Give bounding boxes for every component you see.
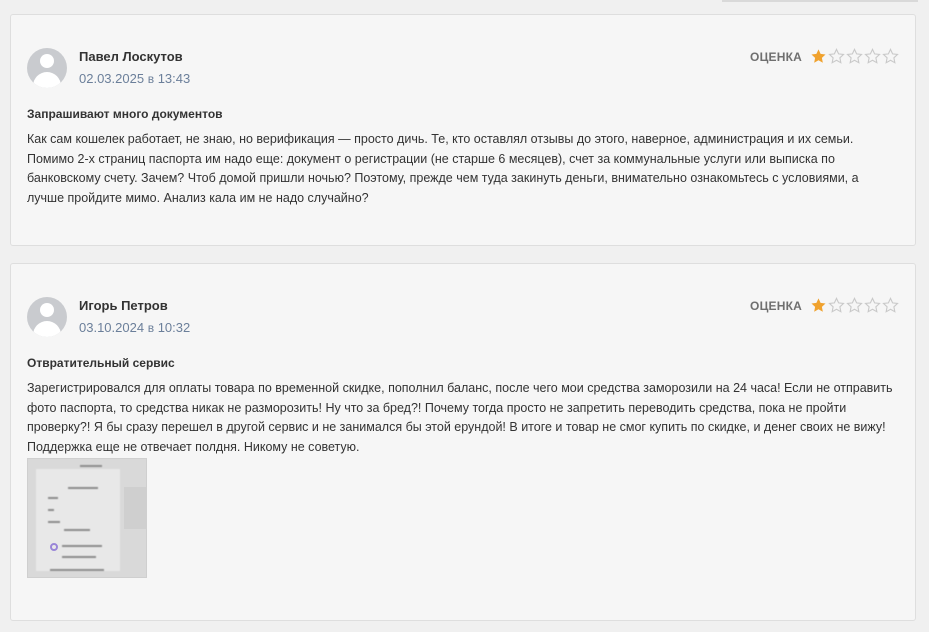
- star-empty-icon: [864, 297, 881, 313]
- avatar: [27, 48, 67, 88]
- star-empty-icon: [846, 48, 863, 64]
- review-card: Игорь Петров 03.10.2024 в 10:32 ОЦЕНКА О…: [10, 263, 916, 621]
- avatar: [27, 297, 67, 337]
- review-date: 02.03.2025: [79, 71, 145, 86]
- star-empty-icon: [882, 297, 899, 313]
- review-date-sep: в: [147, 321, 155, 335]
- rating-stars: [810, 297, 899, 314]
- star-empty-icon: [882, 48, 899, 64]
- attachment-logo-icon: [50, 543, 58, 551]
- review-date-line: 03.10.2024 в 10:32: [79, 320, 190, 335]
- attachment-line: [48, 521, 60, 523]
- review-date-line: 02.03.2025 в 13:43: [79, 71, 190, 86]
- star-empty-icon: [828, 48, 845, 64]
- star-empty-icon: [828, 297, 845, 313]
- review-card: Павел Лоскутов 02.03.2025 в 13:43 ОЦЕНКА…: [10, 14, 916, 246]
- star-empty-icon: [864, 48, 881, 64]
- attachment-line: [48, 497, 58, 499]
- avatar-head: [40, 303, 54, 317]
- attachment-line: [68, 487, 98, 489]
- attachment-line: [80, 465, 102, 467]
- review-date: 03.10.2024: [79, 320, 145, 335]
- review-title: Отвратительный сервис: [27, 356, 175, 370]
- review-attachment-thumbnail[interactable]: [27, 458, 147, 578]
- review-author[interactable]: Павел Лоскутов: [79, 49, 183, 64]
- review-time: 10:32: [157, 320, 191, 335]
- review-author[interactable]: Игорь Петров: [79, 298, 168, 313]
- top-divider: [722, 0, 918, 2]
- rating-label: ОЦЕНКА: [750, 298, 802, 313]
- attachment-line: [50, 569, 104, 571]
- attachment-line: [62, 556, 96, 558]
- review-date-sep: в: [147, 72, 155, 86]
- star-filled-icon: [811, 298, 826, 312]
- rating-stars: [810, 48, 899, 65]
- review-rating: ОЦЕНКА: [750, 297, 899, 314]
- attachment-side-panel: [124, 487, 146, 529]
- review-text: Как сам кошелек работает, не знаю, но ве…: [27, 132, 859, 206]
- attachment-line: [64, 529, 90, 531]
- rating-label: ОЦЕНКА: [750, 49, 802, 64]
- review-title: Запрашивают много документов: [27, 107, 223, 121]
- attachment-line: [62, 545, 102, 547]
- review-time: 13:43: [157, 71, 191, 86]
- star-filled-icon: [811, 49, 826, 63]
- avatar-body: [33, 72, 61, 88]
- avatar-head: [40, 54, 54, 68]
- star-empty-icon: [846, 297, 863, 313]
- review-text: Зарегистрировался для оплаты товара по в…: [27, 381, 893, 455]
- avatar-body: [33, 321, 61, 337]
- attachment-line: [48, 509, 54, 511]
- review-rating: ОЦЕНКА: [750, 48, 899, 65]
